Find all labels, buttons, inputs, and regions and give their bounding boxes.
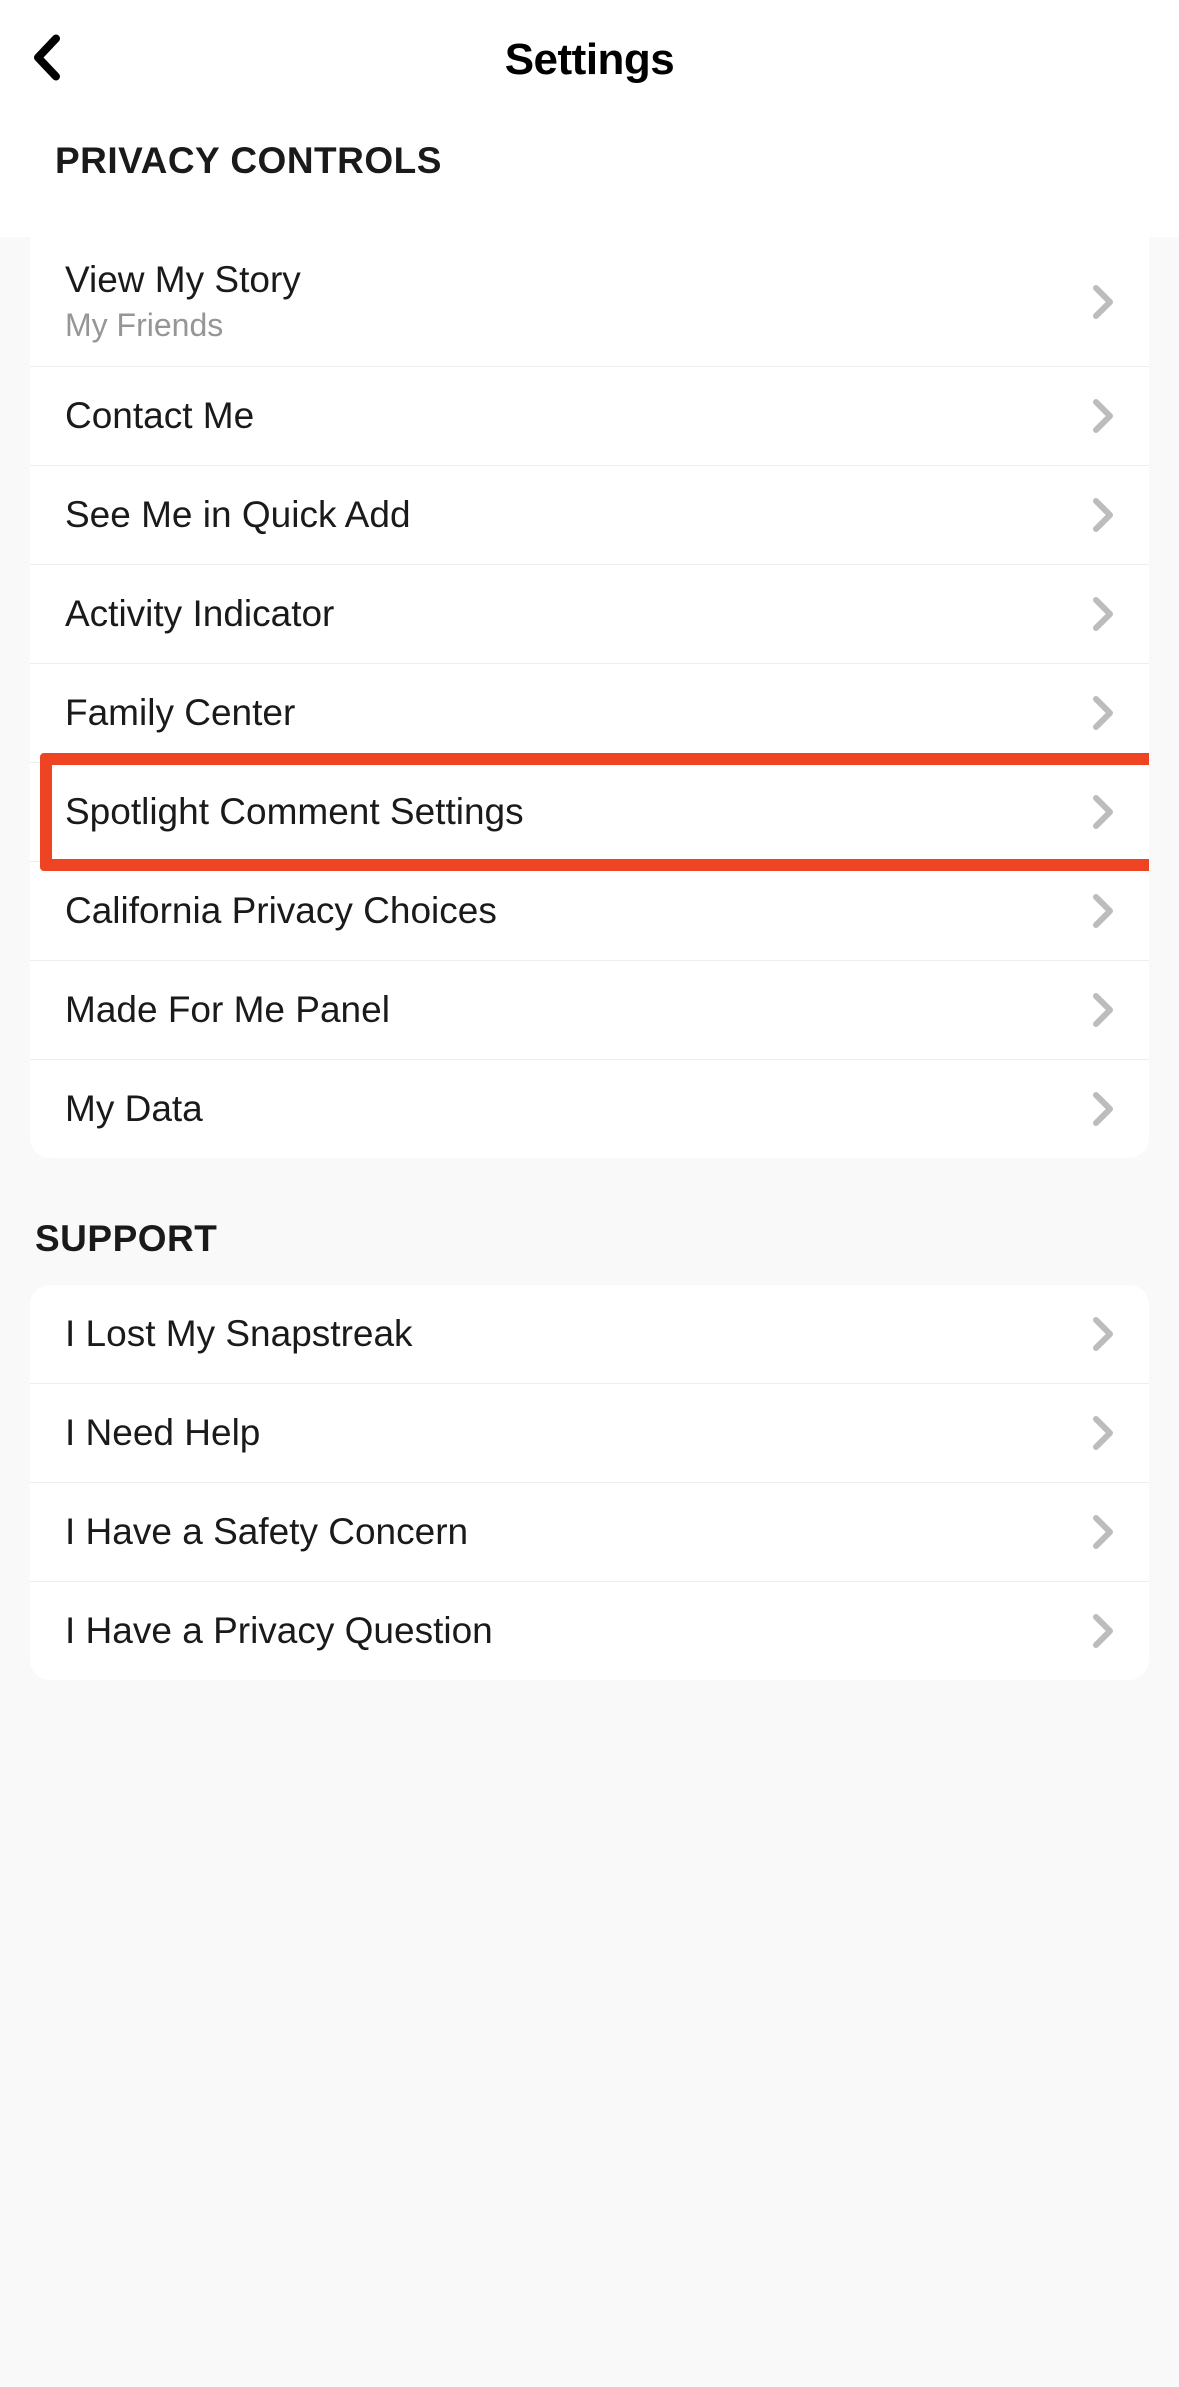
list-item-content: I Need Help	[65, 1412, 260, 1454]
section-header-privacy: PRIVACY CONTROLS	[20, 140, 1159, 182]
chevron-right-icon	[1092, 794, 1114, 830]
list-item-content: Family Center	[65, 692, 295, 734]
list-item-content: Made For Me Panel	[65, 989, 390, 1031]
list-item-title: See Me in Quick Add	[65, 494, 411, 536]
chevron-right-icon	[1092, 1613, 1114, 1649]
list-item-see-me-quick-add[interactable]: See Me in Quick Add	[30, 466, 1149, 565]
list-item-my-data[interactable]: My Data	[30, 1060, 1149, 1158]
list-item-subtitle: My Friends	[65, 307, 301, 344]
chevron-right-icon	[1092, 1415, 1114, 1451]
list-item-content: My Data	[65, 1088, 203, 1130]
page-title: Settings	[505, 35, 675, 85]
list-item-family-center[interactable]: Family Center	[30, 664, 1149, 763]
list-item-title: California Privacy Choices	[65, 890, 497, 932]
list-item-content: Contact Me	[65, 395, 254, 437]
list-item-title: View My Story	[65, 259, 301, 301]
section-header-support: SUPPORT	[0, 1158, 1179, 1285]
chevron-right-icon	[1092, 695, 1114, 731]
chevron-left-icon	[30, 33, 60, 83]
list-item-title: I Need Help	[65, 1412, 260, 1454]
list-item-title: I Lost My Snapstreak	[65, 1313, 413, 1355]
list-item-content: California Privacy Choices	[65, 890, 497, 932]
list-item-made-for-me-panel[interactable]: Made For Me Panel	[30, 961, 1149, 1060]
list-item-need-help[interactable]: I Need Help	[30, 1384, 1149, 1483]
list-item-title: Contact Me	[65, 395, 254, 437]
back-button[interactable]	[30, 33, 60, 88]
list-item-content: I Lost My Snapstreak	[65, 1313, 413, 1355]
list-item-title: Activity Indicator	[65, 593, 334, 635]
list-item-spotlight-comment-settings[interactable]: Spotlight Comment Settings	[30, 763, 1149, 862]
privacy-controls-list: View My Story My Friends Contact Me See …	[30, 237, 1149, 1158]
list-item-content: I Have a Safety Concern	[65, 1511, 468, 1553]
list-item-title: Spotlight Comment Settings	[65, 791, 524, 833]
list-item-california-privacy[interactable]: California Privacy Choices	[30, 862, 1149, 961]
list-item-title: I Have a Privacy Question	[65, 1610, 493, 1652]
list-item-title: My Data	[65, 1088, 203, 1130]
list-item-content: Activity Indicator	[65, 593, 334, 635]
chevron-right-icon	[1092, 284, 1114, 320]
chevron-right-icon	[1092, 893, 1114, 929]
list-item-title: I Have a Safety Concern	[65, 1511, 468, 1553]
chevron-right-icon	[1092, 1514, 1114, 1550]
list-item-lost-snapstreak[interactable]: I Lost My Snapstreak	[30, 1285, 1149, 1384]
list-item-content: Spotlight Comment Settings	[65, 791, 524, 833]
list-item-content: I Have a Privacy Question	[65, 1610, 493, 1652]
list-item-title: Made For Me Panel	[65, 989, 390, 1031]
chevron-right-icon	[1092, 1091, 1114, 1127]
chevron-right-icon	[1092, 1316, 1114, 1352]
list-item-content: See Me in Quick Add	[65, 494, 411, 536]
chevron-right-icon	[1092, 596, 1114, 632]
content-area: View My Story My Friends Contact Me See …	[0, 237, 1179, 1680]
list-item-safety-concern[interactable]: I Have a Safety Concern	[30, 1483, 1149, 1582]
header-top: Settings	[20, 30, 1159, 90]
support-list: I Lost My Snapstreak I Need Help I Have …	[30, 1285, 1149, 1680]
list-item-view-my-story[interactable]: View My Story My Friends	[30, 237, 1149, 367]
chevron-right-icon	[1092, 398, 1114, 434]
list-item-contact-me[interactable]: Contact Me	[30, 367, 1149, 466]
chevron-right-icon	[1092, 992, 1114, 1028]
header: Settings PRIVACY CONTROLS	[0, 0, 1179, 237]
chevron-right-icon	[1092, 497, 1114, 533]
list-item-privacy-question[interactable]: I Have a Privacy Question	[30, 1582, 1149, 1680]
list-item-content: View My Story My Friends	[65, 259, 301, 344]
list-item-title: Family Center	[65, 692, 295, 734]
list-item-activity-indicator[interactable]: Activity Indicator	[30, 565, 1149, 664]
